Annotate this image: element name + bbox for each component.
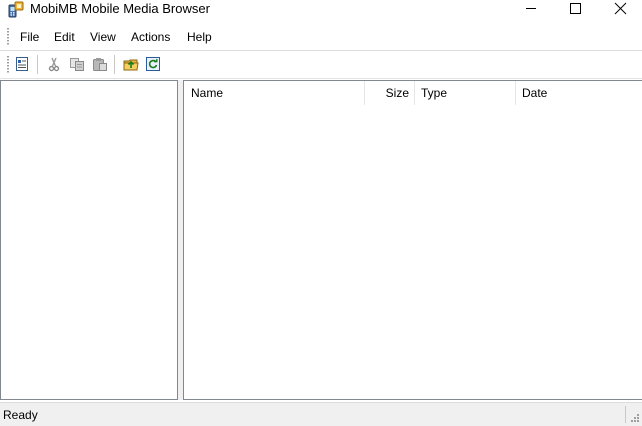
toolbar-divider <box>0 78 642 79</box>
close-button[interactable] <box>598 0 642 20</box>
properties-icon <box>16 57 28 71</box>
menu-grip[interactable] <box>7 28 9 46</box>
refresh-icon <box>146 57 160 71</box>
menu-divider <box>0 50 642 51</box>
folder-tree-pane[interactable] <box>0 80 178 400</box>
properties-button[interactable] <box>14 56 30 72</box>
title-bar: MobiMB Mobile Media Browser <box>0 0 642 20</box>
file-list-pane[interactable]: Name Size Type Date <box>183 80 642 400</box>
copy-button[interactable] <box>69 56 85 72</box>
toolbar-grip[interactable] <box>7 56 9 74</box>
refresh-button[interactable] <box>145 56 161 72</box>
toolbar <box>0 52 642 77</box>
column-header-name[interactable]: Name <box>184 81 365 105</box>
minimize-icon <box>526 8 536 9</box>
column-header-size[interactable]: Size <box>365 81 415 105</box>
main-window: MobiMB Mobile Media Browser File Edit Vi… <box>0 0 642 425</box>
status-panel-divider <box>625 406 626 423</box>
cut-icon <box>48 57 60 72</box>
toolbar-separator <box>37 55 38 74</box>
copy-icon <box>70 58 84 71</box>
paste-icon <box>93 58 107 71</box>
menu-actions[interactable]: Actions <box>131 29 170 45</box>
maximize-button[interactable] <box>553 0 597 20</box>
column-header-type[interactable]: Type <box>415 81 516 105</box>
paste-button[interactable] <box>92 56 108 72</box>
status-bar: Ready <box>0 402 642 425</box>
upload-folder-icon <box>123 59 139 71</box>
status-text: Ready <box>3 408 38 422</box>
upload-folder-button[interactable] <box>123 56 139 72</box>
minimize-button[interactable] <box>509 0 553 20</box>
mobile-phone-icon <box>7 1 25 18</box>
menu-bar: File Edit View Actions Help <box>0 26 642 48</box>
menu-file[interactable]: File <box>20 29 39 45</box>
menu-edit[interactable]: Edit <box>54 29 75 45</box>
maximize-icon <box>570 3 581 14</box>
column-header-date[interactable]: Date <box>516 81 642 105</box>
menu-help[interactable]: Help <box>187 29 212 45</box>
cut-button[interactable] <box>46 56 62 72</box>
toolbar-separator <box>114 55 115 74</box>
resize-grip-icon[interactable] <box>630 412 640 422</box>
close-icon <box>614 2 627 15</box>
window-title: MobiMB Mobile Media Browser <box>30 1 210 16</box>
menu-view[interactable]: View <box>90 29 116 45</box>
file-list-header: Name Size Type Date <box>184 81 642 105</box>
